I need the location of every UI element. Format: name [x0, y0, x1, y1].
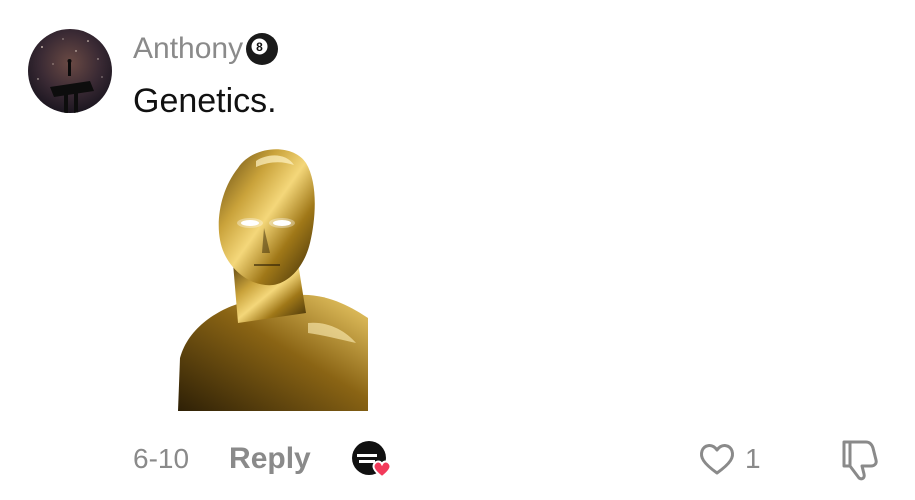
- avatar[interactable]: [28, 29, 112, 113]
- reply-button[interactable]: Reply: [229, 442, 311, 476]
- username-row: Anthony 8: [133, 28, 279, 70]
- svg-text:8: 8: [256, 40, 263, 54]
- dislike-button[interactable]: [836, 436, 882, 482]
- gold-figure-sticker[interactable]: [178, 143, 368, 411]
- 8-ball-icon: 8: [245, 32, 279, 66]
- comment-text: Genetics.: [133, 82, 277, 120]
- like-button[interactable]: 1: [697, 436, 761, 482]
- comment-item: Anthony 8 Genetics. 6-10 Reply 1: [0, 0, 915, 500]
- username[interactable]: Anthony: [133, 28, 243, 70]
- creator-liked-heart-icon: [349, 436, 395, 482]
- like-count: 1: [745, 443, 761, 474]
- comment-date: 6-10: [133, 443, 190, 474]
- heart-outline-icon: [699, 444, 735, 475]
- thumbs-down-icon: [842, 440, 878, 481]
- comment-footer: 6-10 Reply: [133, 436, 395, 482]
